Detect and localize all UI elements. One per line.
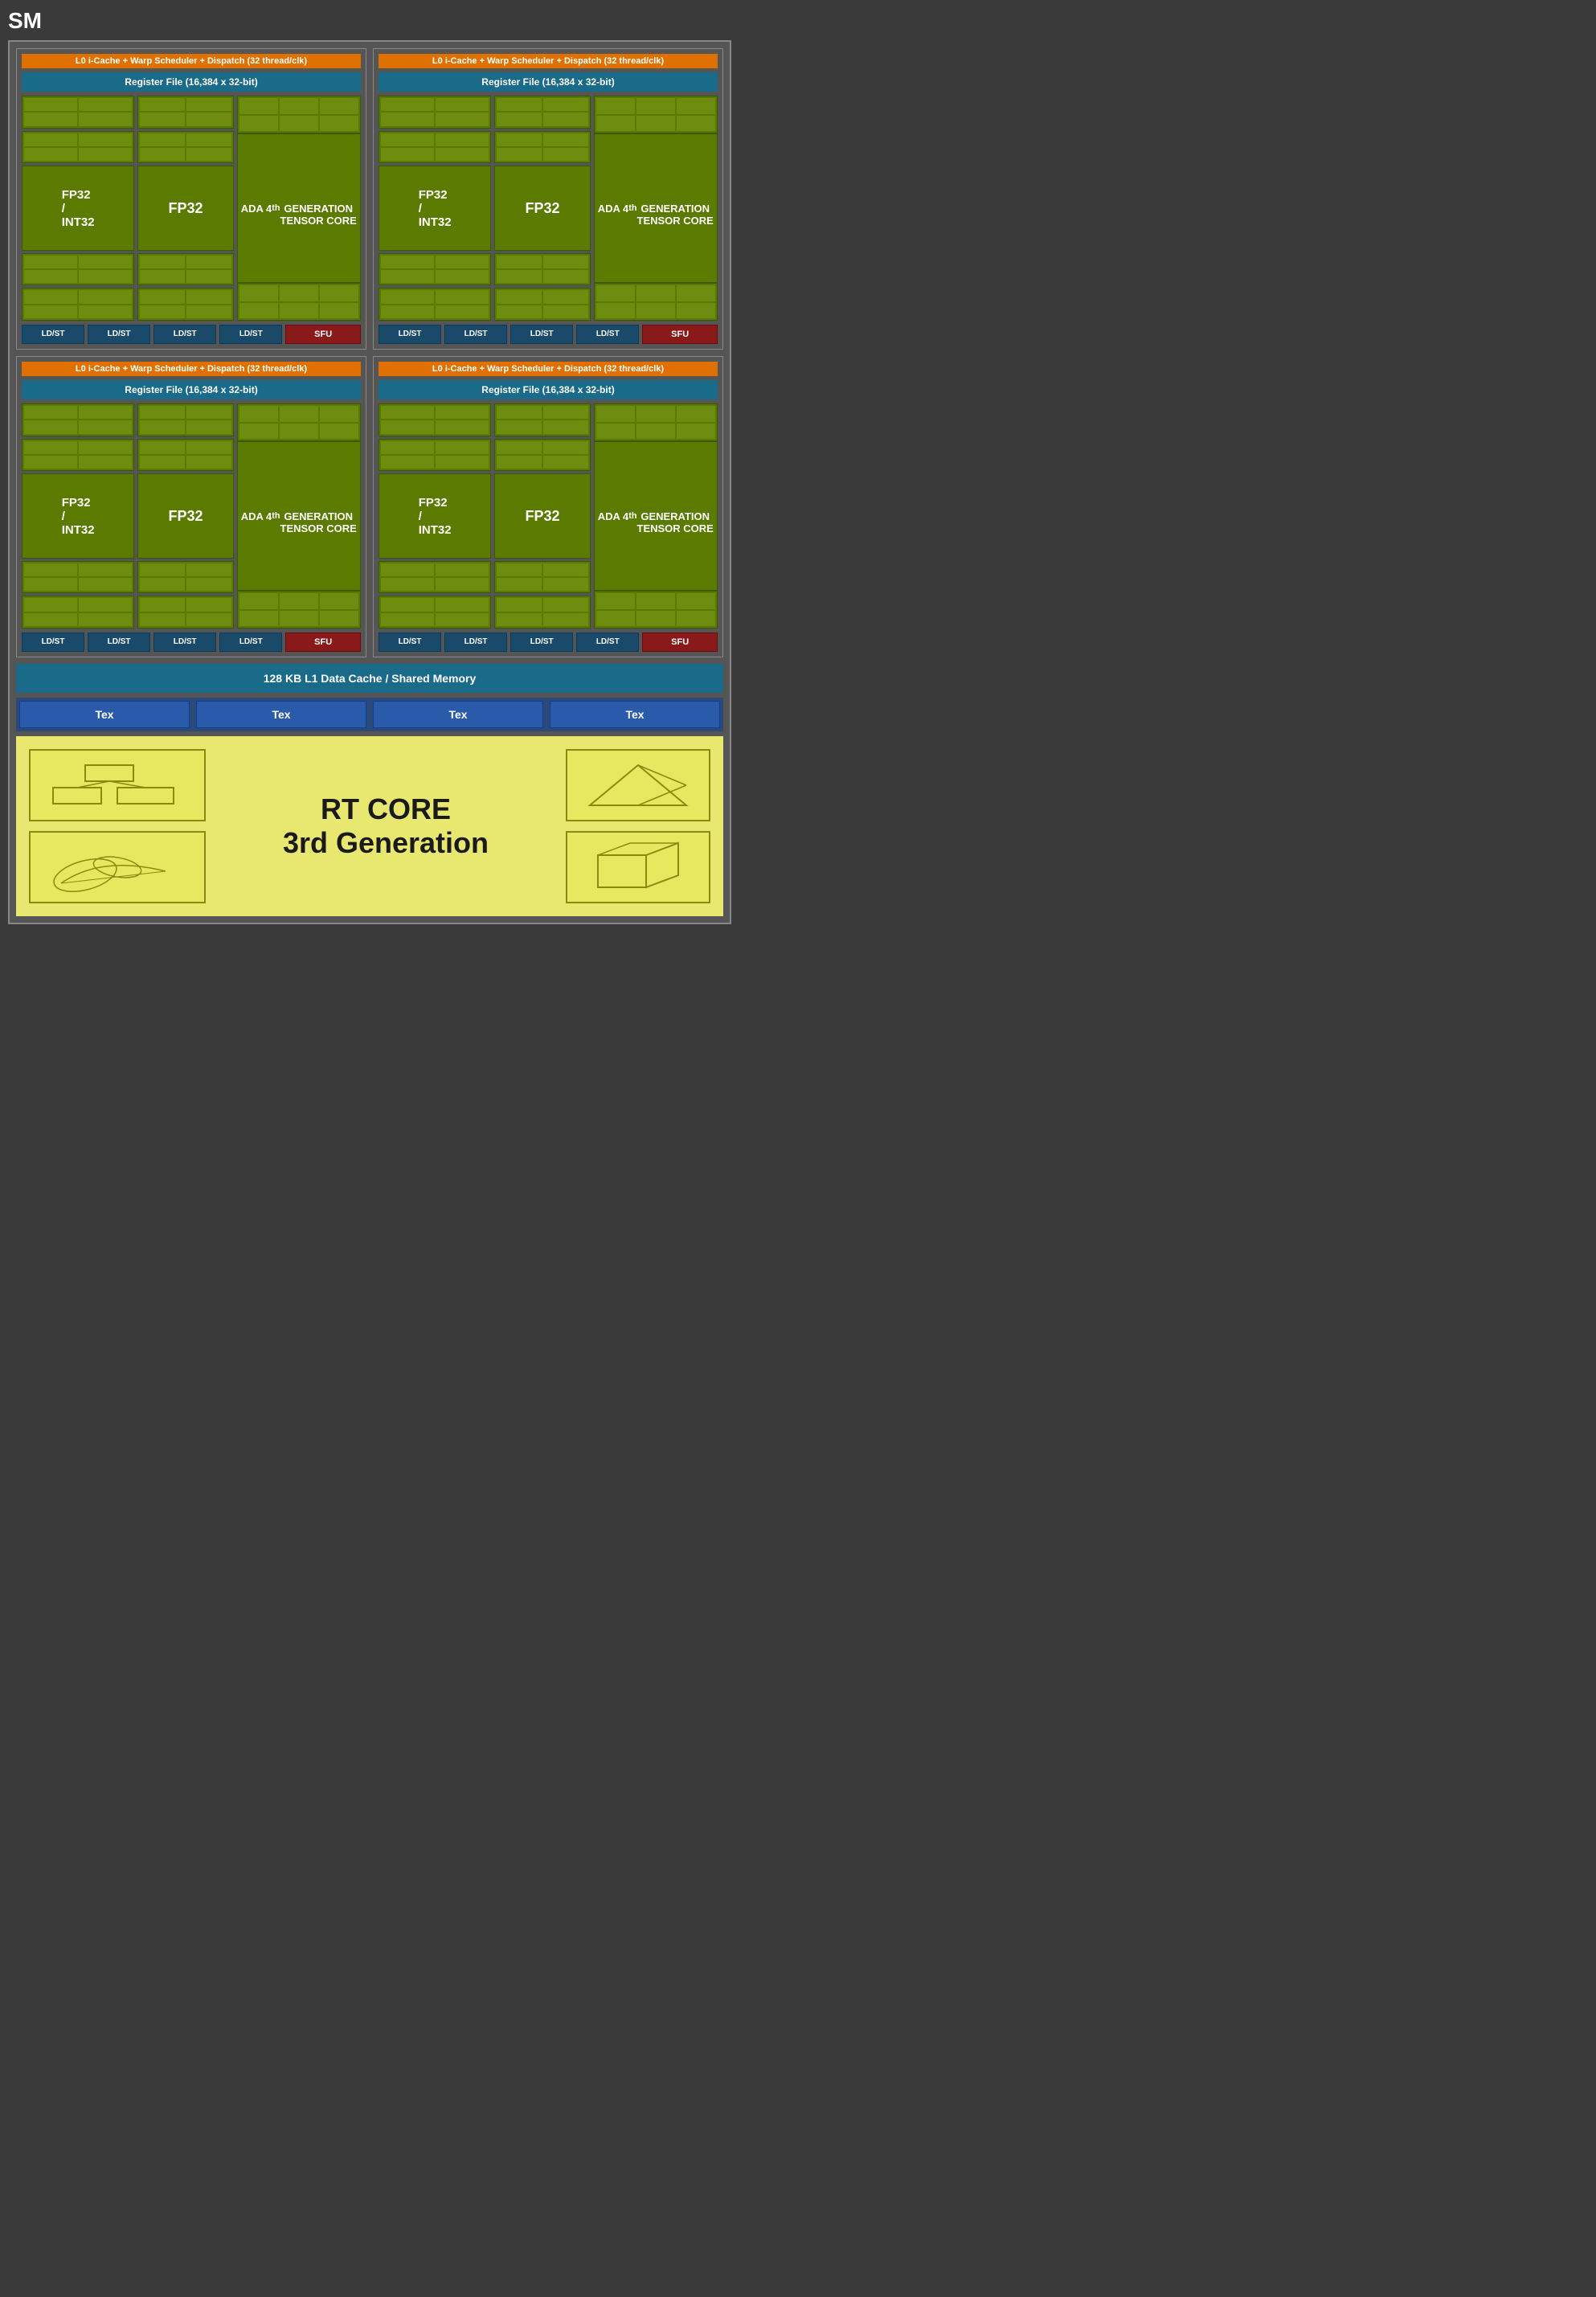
compute-area-4: FP32/INT32 FP32 ADA 4thGENERATIONTENSOR …: [379, 403, 718, 629]
ldst-6: LD/ST: [444, 325, 507, 344]
l0-bar-2: L0 i-Cache + Warp Scheduler + Dispatch (…: [379, 54, 718, 68]
ldst-7: LD/ST: [510, 325, 573, 344]
reg-file-4: Register File (16,384 x 32-bit): [379, 380, 718, 399]
fp32int32-unit: [22, 131, 134, 164]
fp32-label-4: FP32: [494, 473, 590, 559]
ldst-4: LD/ST: [219, 325, 282, 344]
sm-title: SM: [8, 8, 731, 34]
compute-area-1: FP32/INT32 FP32 ADA: [22, 96, 361, 321]
tex-cell-1: Tex: [19, 701, 190, 728]
ldst-1: LD/ST: [22, 325, 84, 344]
fp32-label: FP32: [137, 166, 233, 251]
tex-cell-3: Tex: [373, 701, 543, 728]
ldst-5: LD/ST: [379, 325, 441, 344]
rt-diagram-4: [566, 831, 710, 903]
fp32-unit: [137, 253, 233, 286]
rt-core-title: RT CORE 3rd Generation: [206, 792, 566, 860]
fp32-int32-col-1: FP32/INT32: [22, 96, 134, 321]
rt-diagram-svg-4: [574, 839, 702, 895]
fp32-unit: [137, 96, 233, 129]
tensor-label-2: ADA 4thGENERATIONTENSOR CORE: [594, 133, 718, 283]
fp32-label-3: FP32: [137, 473, 233, 559]
rt-diagram-svg-2: [37, 839, 198, 895]
sfu-3: SFU: [285, 633, 361, 652]
fp32-unit: [137, 288, 233, 321]
reg-file-2: Register File (16,384 x 32-bit): [379, 72, 718, 92]
fp32int32-label-3: FP32/INT32: [22, 473, 134, 559]
tensor-label: ADA 4thGENERATIONTENSOR CORE: [237, 133, 361, 283]
tensor-col-2: ADA 4thGENERATIONTENSOR CORE: [594, 96, 718, 321]
sfu-4: SFU: [642, 633, 718, 652]
tex-cell-4: Tex: [550, 701, 720, 728]
ldst-13: LD/ST: [379, 633, 441, 652]
tensor-unit-bottom: [237, 283, 361, 321]
l0-bar-4: L0 i-Cache + Warp Scheduler + Dispatch (…: [379, 362, 718, 376]
sm-container: SM L0 i-Cache + Warp Scheduler + Dispatc…: [8, 8, 731, 924]
ldst-9: LD/ST: [22, 633, 84, 652]
ldst-16: LD/ST: [576, 633, 639, 652]
tex-row: Tex Tex Tex Tex: [16, 698, 723, 731]
tensor-label-3: ADA 4thGENERATIONTENSOR CORE: [237, 441, 361, 591]
compute-area-3: FP32/INT32 FP32 ADA 4thGENERATIONTENSOR …: [22, 403, 361, 629]
sfu-1: SFU: [285, 325, 361, 344]
rt-diagrams-right: [566, 749, 710, 903]
fp32int32-unit: [22, 253, 134, 286]
rt-diagrams-left: [29, 749, 206, 903]
l0-bar-3: L0 i-Cache + Warp Scheduler + Dispatch (…: [22, 362, 361, 376]
tex-cell-2: Tex: [196, 701, 366, 728]
rt-diagram-2: [29, 831, 206, 903]
ldst-12: LD/ST: [219, 633, 282, 652]
rt-diagram-3: [566, 749, 710, 821]
fp32int32-label-2: FP32/INT32: [379, 166, 491, 251]
sub-proc-2: L0 i-Cache + Warp Scheduler + Dispatch (…: [373, 48, 723, 350]
fp32int32-label: FP32/INT32: [22, 166, 134, 251]
tensor-unit-top: [237, 96, 361, 133]
fp32int32-unit: [22, 96, 134, 129]
reg-file-1: Register File (16,384 x 32-bit): [22, 72, 361, 92]
l0-bar-1: L0 i-Cache + Warp Scheduler + Dispatch (…: [22, 54, 361, 68]
ldst-8: LD/ST: [576, 325, 639, 344]
fp32-unit: [137, 131, 233, 164]
rt-core-section: RT CORE 3rd Generation: [16, 736, 723, 916]
ldst-15: LD/ST: [510, 633, 573, 652]
fp32-col-2: FP32: [494, 96, 590, 321]
tensor-col-1: ADA 4thGENERATIONTENSOR CORE: [237, 96, 361, 321]
rt-diagram-svg-1: [37, 757, 198, 813]
ldst-10: LD/ST: [88, 633, 150, 652]
reg-file-3: Register File (16,384 x 32-bit): [22, 380, 361, 399]
bottom-row-3: LD/ST LD/ST LD/ST LD/ST SFU: [22, 633, 361, 652]
sub-proc-3: L0 i-Cache + Warp Scheduler + Dispatch (…: [16, 356, 366, 657]
bottom-row-4: LD/ST LD/ST LD/ST LD/ST SFU: [379, 633, 718, 652]
ldst-2: LD/ST: [88, 325, 150, 344]
sfu-2: SFU: [642, 325, 718, 344]
compute-area-2: FP32/INT32 FP32 ADA 4thGENERATIONTENSOR …: [379, 96, 718, 321]
fp32int32-unit: [22, 288, 134, 321]
ldst-14: LD/ST: [444, 633, 507, 652]
sub-proc-1: L0 i-Cache + Warp Scheduler + Dispatch (…: [16, 48, 366, 350]
rt-diagram-svg-3: [574, 757, 702, 813]
fp32-col-1: FP32: [137, 96, 233, 321]
rt-diagram-1: [29, 749, 206, 821]
l1-cache-bar: 128 KB L1 Data Cache / Shared Memory: [16, 664, 723, 693]
sub-proc-4: L0 i-Cache + Warp Scheduler + Dispatch (…: [373, 356, 723, 657]
tensor-label-4: ADA 4thGENERATIONTENSOR CORE: [594, 441, 718, 591]
sm-outer-border: L0 i-Cache + Warp Scheduler + Dispatch (…: [8, 40, 731, 924]
fp32int32-label-4: FP32/INT32: [379, 473, 491, 559]
fp32-int32-col-2: FP32/INT32: [379, 96, 491, 321]
fp32-label-2: FP32: [494, 166, 590, 251]
bottom-row-1: LD/ST LD/ST LD/ST LD/ST SFU: [22, 325, 361, 344]
bottom-row-2: LD/ST LD/ST LD/ST LD/ST SFU: [379, 325, 718, 344]
quad-grid: L0 i-Cache + Warp Scheduler + Dispatch (…: [16, 48, 723, 657]
ldst-3: LD/ST: [153, 325, 216, 344]
ldst-11: LD/ST: [153, 633, 216, 652]
